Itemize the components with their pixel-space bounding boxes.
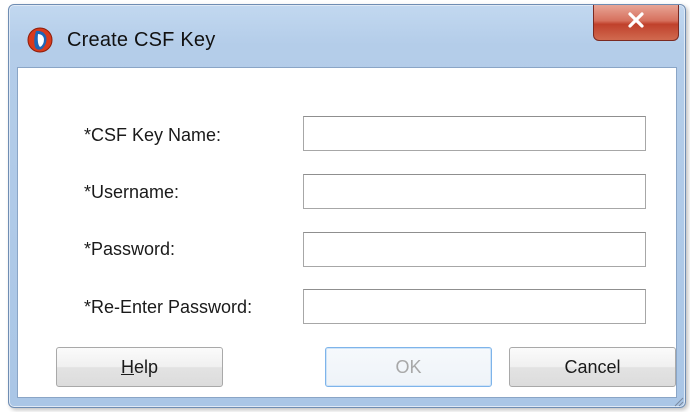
help-button-mnemonic: H — [120, 356, 134, 377]
create-csf-key-dialog: Create CSF Key *CSF Key Name: *Username:… — [8, 4, 686, 408]
re-enter-password-label: *Re-Enter Password: — [84, 297, 253, 317]
re-enter-password-input[interactable] — [303, 289, 646, 324]
close-icon — [627, 12, 645, 33]
help-button-label: elp — [133, 356, 159, 377]
password-label: *Password: — [84, 239, 176, 259]
dialog-content: *CSF Key Name: *Username: *Password: *Re… — [17, 67, 677, 398]
ok-button-label: OK — [395, 356, 422, 377]
resize-grip-icon[interactable] — [672, 394, 684, 407]
title-bar[interactable]: Create CSF Key — [9, 5, 685, 75]
username-label: *Username: — [84, 182, 180, 202]
help-button[interactable]: Help — [56, 347, 223, 387]
dialog-title: Create CSF Key — [67, 29, 216, 51]
password-input[interactable] — [303, 232, 646, 267]
oracle-jdeveloper-icon — [27, 27, 53, 53]
cancel-button[interactable]: Cancel — [509, 347, 676, 387]
close-button[interactable] — [593, 5, 679, 41]
ok-button[interactable]: OK — [325, 347, 492, 387]
username-input[interactable] — [303, 174, 646, 209]
csf-key-name-input[interactable] — [303, 116, 646, 151]
cancel-button-label: Cancel — [564, 356, 621, 377]
csf-key-name-label: *CSF Key Name: — [84, 125, 222, 145]
